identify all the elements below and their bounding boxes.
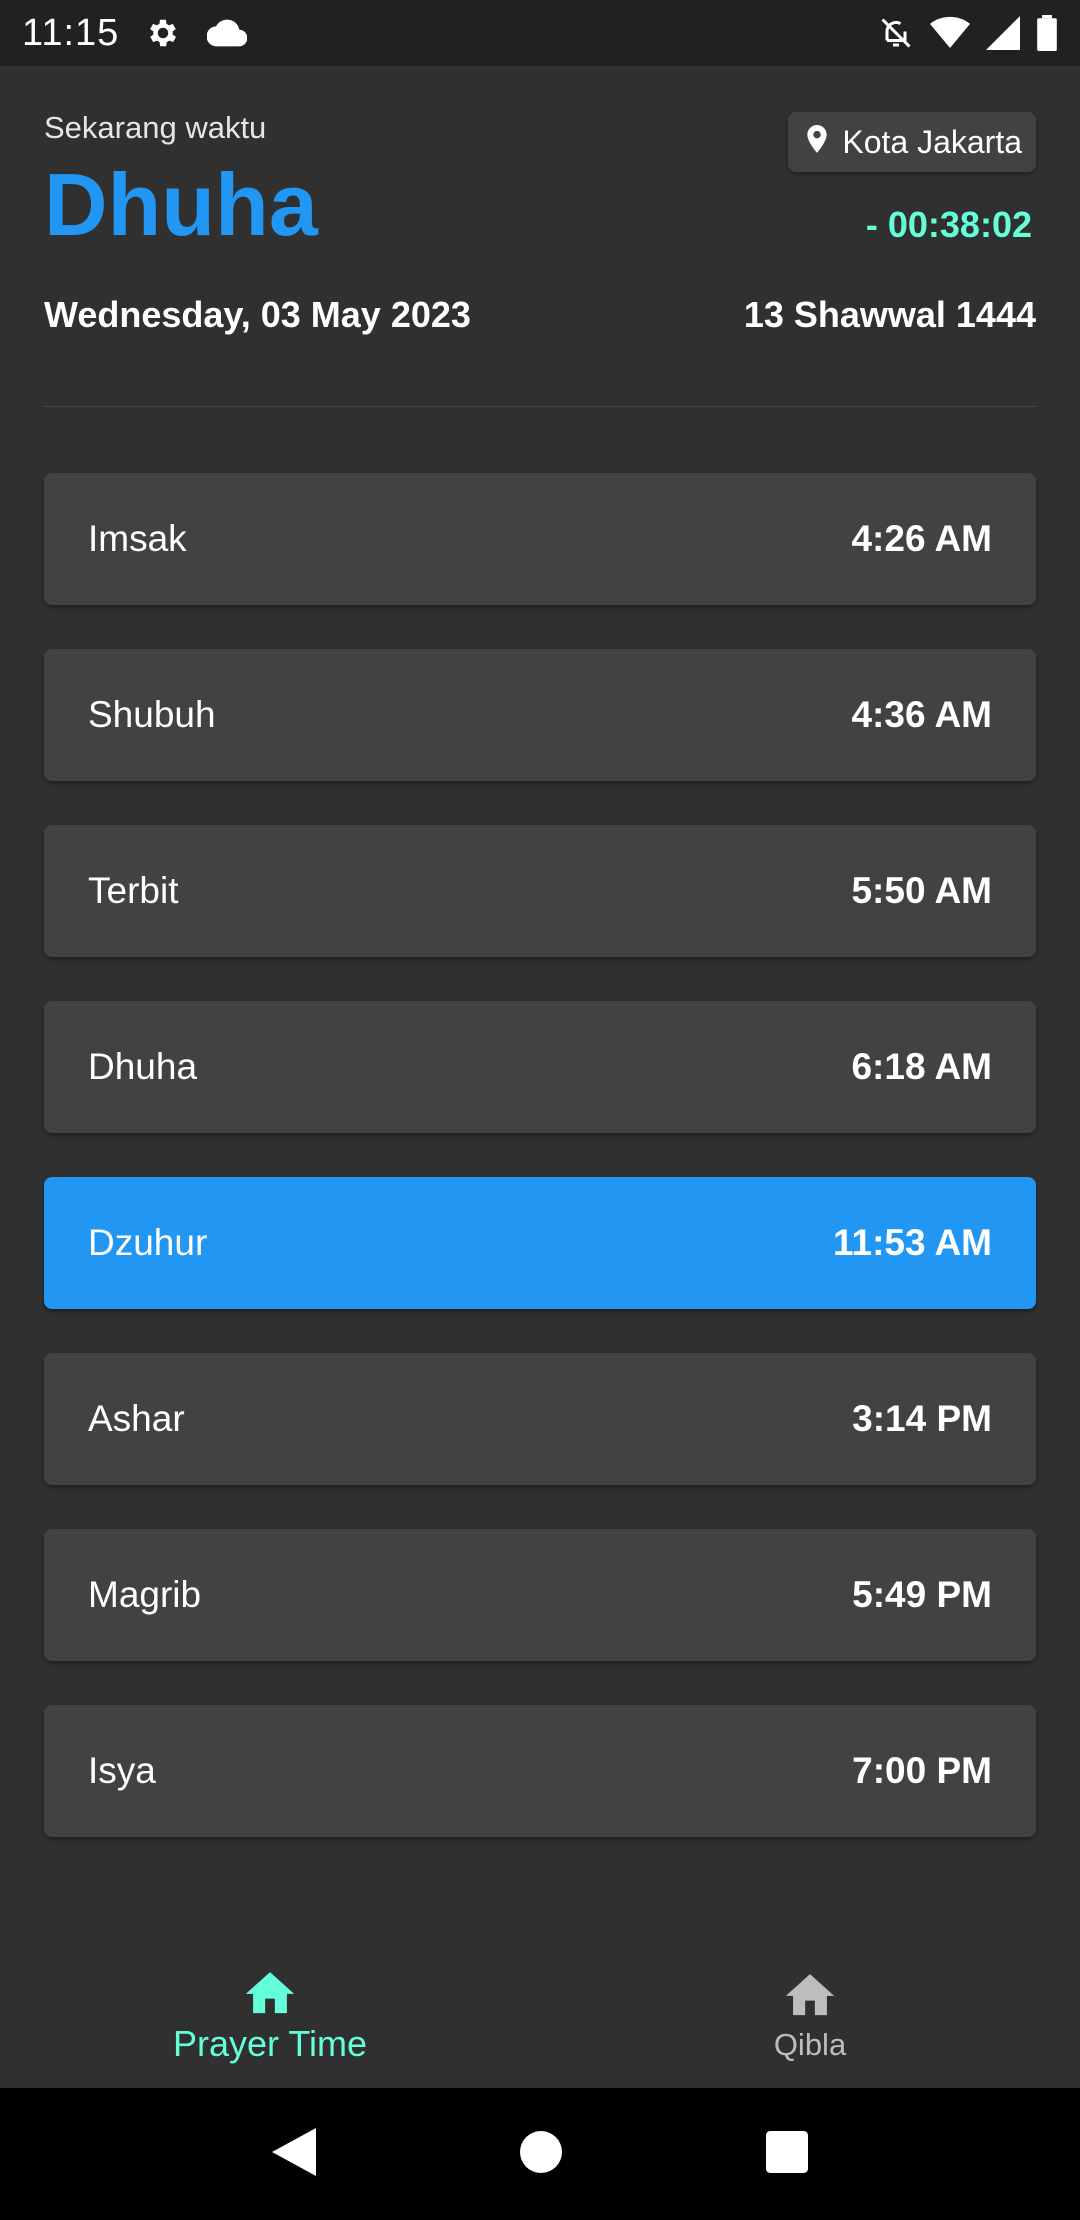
prayer-time: 11:53 AM — [832, 1222, 992, 1263]
prayer-card-magrib[interactable]: Magrib 5:49 PM — [44, 1529, 1036, 1661]
location-label: Kota Jakarta — [842, 123, 1022, 160]
prayer-list: Imsak 4:26 AM Shubuh 4:36 AM Terbit 5:50… — [44, 473, 1036, 1881]
prayer-time: 5:49 PM — [852, 1574, 992, 1615]
status-right — [878, 15, 1058, 51]
home-icon — [781, 1966, 839, 2021]
prayer-time: 5:50 AM — [851, 870, 992, 911]
screen: 11:15 Sekarang waktu Dhuha Kota Jakarta … — [0, 0, 1080, 2220]
status-left: 11:15 — [22, 11, 248, 55]
now-label: Sekarang waktu — [44, 110, 267, 145]
bell-off-icon — [878, 15, 914, 51]
location-pin-icon — [804, 124, 830, 160]
prayer-card-isya[interactable]: Isya 7:00 PM — [44, 1705, 1036, 1837]
nav-qibla[interactable]: Qibla — [540, 1940, 1080, 2088]
prayer-time: 4:26 AM — [851, 518, 992, 559]
prayer-time: 4:36 AM — [851, 694, 992, 735]
nav-prayer-time[interactable]: Prayer Time — [0, 1940, 540, 2088]
nav-label-prayer-time: Prayer Time — [172, 2022, 368, 2064]
prayer-name: Isya — [88, 1750, 156, 1791]
hijri-date: 13 Shawwal 1444 — [743, 294, 1036, 335]
prayer-time: 7:00 PM — [852, 1750, 992, 1791]
current-prayer-title: Dhuha — [44, 155, 318, 254]
prayer-card-shubuh[interactable]: Shubuh 4:36 AM — [44, 649, 1036, 781]
prayer-name: Imsak — [88, 518, 187, 559]
home-icon — [241, 1964, 299, 2019]
prayer-time: 6:18 AM — [851, 1046, 992, 1087]
countdown: - 00:38:02 — [865, 204, 1032, 245]
prayer-name: Terbit — [88, 870, 179, 911]
prayer-name: Shubuh — [88, 694, 216, 735]
prayer-name: Magrib — [88, 1574, 202, 1615]
status-time: 11:15 — [22, 11, 120, 54]
cell-signal-icon — [986, 16, 1020, 50]
prayer-card-dzuhur[interactable]: Dzuhur 11:53 AM — [44, 1177, 1036, 1309]
recents-icon[interactable] — [766, 2130, 808, 2178]
system-nav-bar — [0, 2088, 1080, 2220]
back-icon[interactable] — [272, 2127, 316, 2181]
wifi-icon — [930, 16, 970, 50]
status-bar: 11:15 — [0, 0, 1080, 66]
prayer-card-dhuha[interactable]: Dhuha 6:18 AM — [44, 1001, 1036, 1133]
home-button-icon[interactable] — [520, 2130, 562, 2178]
divider — [44, 406, 1036, 407]
battery-icon — [1036, 15, 1058, 51]
gear-icon — [145, 15, 181, 51]
prayer-name: Ashar — [88, 1398, 185, 1439]
prayer-time: 3:14 PM — [852, 1398, 992, 1439]
prayer-card-ashar[interactable]: Ashar 3:14 PM — [44, 1353, 1036, 1485]
nav-label-qibla: Qibla — [773, 2026, 847, 2062]
location-chip[interactable]: Kota Jakarta — [788, 112, 1036, 172]
header: Sekarang waktu Dhuha Kota Jakarta - 00:3… — [44, 66, 1036, 406]
bottom-nav: Prayer Time Qibla — [0, 1940, 1080, 2088]
prayer-card-imsak[interactable]: Imsak 4:26 AM — [44, 473, 1036, 605]
prayer-name: Dzuhur — [88, 1222, 208, 1263]
cloud-icon — [207, 18, 248, 48]
gregorian-date: Wednesday, 03 May 2023 — [44, 294, 471, 335]
prayer-name: Dhuha — [88, 1046, 198, 1087]
prayer-card-terbit[interactable]: Terbit 5:50 AM — [44, 825, 1036, 957]
